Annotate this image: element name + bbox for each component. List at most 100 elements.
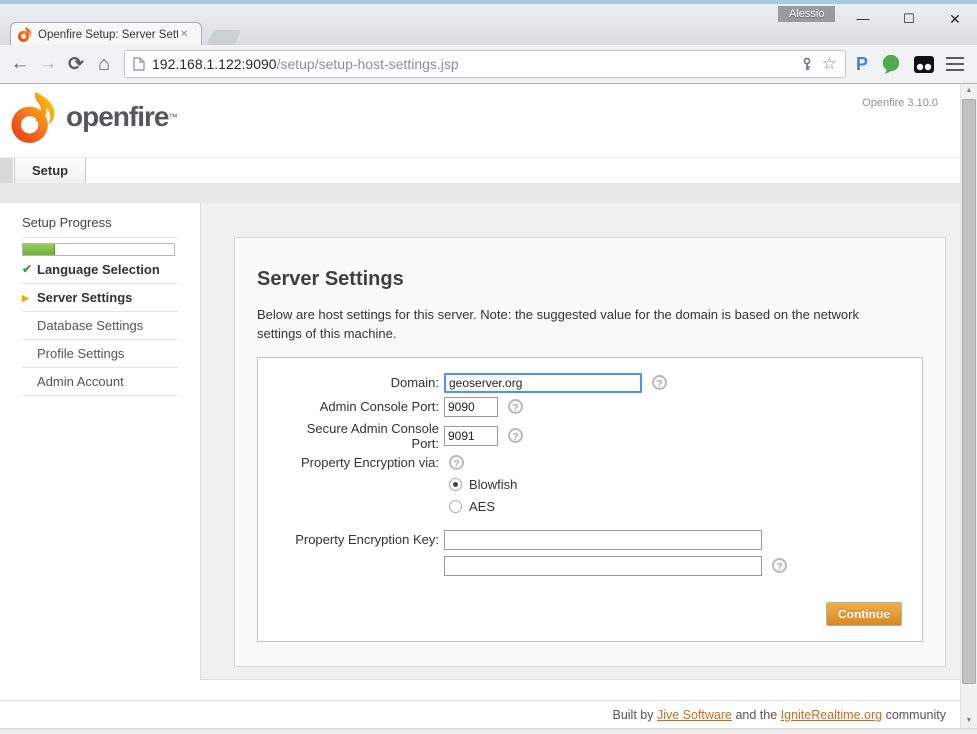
new-tab-button[interactable] — [207, 30, 242, 45]
sidebar-item-database-settings[interactable]: Database Settings — [22, 312, 178, 340]
footer-text: Built by — [612, 708, 656, 722]
secure-port-label: Secure Admin Console Port: — [276, 421, 444, 451]
browser-toolbar: ← → ⟳ ⌂ 192.168.1.122:9090/setup/setup-h… — [0, 45, 977, 84]
igniterealtime-link[interactable]: IgniteRealtime.org — [781, 708, 882, 722]
sidebar-item-admin-account[interactable]: Admin Account — [22, 368, 178, 396]
encryption-key-confirm-row: ? — [276, 556, 904, 576]
menu-icon[interactable] — [946, 63, 964, 66]
sidebar-item-profile-settings[interactable]: Profile Settings — [22, 340, 178, 368]
profile-name-badge[interactable]: Alessio — [778, 6, 835, 22]
bookmark-star-icon[interactable]: ☆ — [822, 54, 837, 74]
blowfish-radio-row: Blowfish — [449, 477, 904, 492]
secure-port-help-icon[interactable]: ? — [508, 428, 523, 443]
admin-port-row: Admin Console Port: ? — [276, 397, 904, 417]
scroll-up-icon[interactable]: ▲ — [961, 84, 977, 98]
check-icon: ✔ — [22, 262, 32, 276]
progress-bar-fill — [23, 244, 55, 255]
page-viewport: openfire ™ Openfire 3.10.0 Setup Server … — [0, 84, 960, 728]
logo-trademark: ™ — [168, 112, 177, 122]
encryption-key-label: Property Encryption Key: — [276, 532, 444, 547]
site-header: openfire ™ Openfire 3.10.0 — [0, 84, 960, 157]
aes-radio[interactable] — [449, 500, 462, 513]
domain-input[interactable] — [444, 373, 642, 393]
footer-text: community — [882, 708, 946, 722]
browser-scrollbar[interactable]: ▲ ▼ — [960, 84, 977, 728]
reload-icon[interactable]: ⟳ — [62, 53, 90, 76]
titlebar[interactable]: Openfire Setup: Server Sett ✕ Alessio — … — [0, 4, 977, 45]
aes-radio-label[interactable]: AES — [469, 499, 495, 514]
encryption-key-input[interactable] — [444, 530, 762, 550]
sidebar-item-label: Language Selection — [37, 262, 160, 277]
openfire-favicon-icon — [17, 27, 32, 42]
url-path: /setup/setup-host-settings.jsp — [277, 56, 459, 72]
secondary-nav-bar — [0, 183, 960, 203]
setup-progress-sidebar: Setup Progress ✔ Language Selection ▶ Se… — [22, 215, 178, 396]
tab-setup[interactable]: Setup — [14, 158, 86, 184]
sidebar-item-label: Admin Account — [37, 374, 124, 389]
password-key-icon[interactable] — [800, 57, 814, 71]
maximize-button[interactable]: ☐ — [894, 10, 924, 28]
encryption-help-icon[interactable]: ? — [449, 455, 464, 470]
main-content-box: Server Settings Below are host settings … — [234, 237, 946, 667]
sidebar-title: Setup Progress — [22, 215, 178, 238]
encryption-key-row: Property Encryption Key: — [276, 530, 904, 550]
page-icon — [133, 57, 145, 71]
openfire-logo-icon — [8, 90, 60, 144]
url-text[interactable]: 192.168.1.122:9090/setup/setup-host-sett… — [152, 56, 800, 72]
logo-wordmark: openfire — [66, 101, 168, 133]
extension-p-icon[interactable]: P — [856, 54, 868, 75]
forward-icon[interactable]: → — [34, 53, 62, 75]
sidebar-item-label: Profile Settings — [37, 346, 124, 361]
version-label: Openfire 3.10.0 — [862, 97, 938, 109]
scrollbar-thumb[interactable] — [962, 99, 976, 684]
aes-radio-row: AES — [449, 499, 904, 514]
address-bar[interactable]: 192.168.1.122:9090/setup/setup-host-sett… — [124, 50, 846, 78]
domain-help-icon[interactable]: ? — [652, 375, 667, 390]
content-area: Server Settings Below are host settings … — [0, 203, 960, 700]
page-footer: Built by Jive Software and the IgniteRea… — [0, 700, 960, 728]
page-description: Below are host settings for this server.… — [257, 306, 907, 344]
blowfish-radio[interactable] — [449, 478, 462, 491]
admin-port-input[interactable] — [444, 397, 498, 417]
page-title: Server Settings — [257, 268, 923, 291]
encryption-label: Property Encryption via: — [276, 455, 444, 470]
tab-close-icon[interactable]: ✕ — [180, 29, 188, 40]
encryption-key-confirm-input[interactable] — [444, 556, 762, 576]
domain-label: Domain: — [276, 375, 444, 390]
domain-row: Domain: ? — [276, 373, 904, 393]
tab-title: Openfire Setup: Server Sett — [38, 29, 178, 41]
home-icon[interactable]: ⌂ — [90, 53, 118, 76]
footer-text: and the — [732, 708, 781, 722]
secure-port-row: Secure Admin Console Port: ? — [276, 421, 904, 451]
continue-button[interactable]: Continue — [826, 602, 902, 626]
browser-tab[interactable]: Openfire Setup: Server Sett ✕ — [10, 22, 202, 46]
browser-window: Openfire Setup: Server Sett ✕ Alessio — … — [0, 0, 977, 734]
encryption-key-help-icon[interactable]: ? — [772, 558, 787, 573]
window-bottom-border — [0, 728, 977, 734]
sidebar-item-label: Server Settings — [37, 290, 132, 305]
continue-row: Continue — [276, 602, 904, 626]
back-icon[interactable]: ← — [6, 53, 34, 75]
main-panel-background: Server Settings Below are host settings … — [200, 203, 960, 680]
progress-bar — [22, 243, 175, 256]
jive-software-link[interactable]: Jive Software — [657, 708, 732, 722]
sidebar-item-label: Database Settings — [37, 318, 143, 333]
nav-left-nub — [0, 158, 13, 184]
encryption-row: Property Encryption via: ? — [276, 455, 904, 470]
nav-tab-row: Setup — [0, 157, 960, 183]
blowfish-radio-label[interactable]: Blowfish — [469, 477, 517, 492]
scroll-down-icon[interactable]: ▼ — [961, 714, 977, 728]
url-host: 192.168.1.122:9090 — [152, 56, 277, 72]
extension-camera-icon[interactable] — [914, 56, 934, 73]
extension-green-bubble-icon[interactable] — [882, 55, 900, 74]
minimize-button[interactable]: — — [848, 10, 878, 28]
server-settings-form: Domain: ? Admin Console Port: ? Secure A… — [257, 357, 923, 642]
sidebar-item-server-settings[interactable]: ▶ Server Settings — [22, 284, 178, 312]
admin-port-label: Admin Console Port: — [276, 399, 444, 414]
current-step-arrow-icon: ▶ — [22, 293, 29, 304]
admin-port-help-icon[interactable]: ? — [508, 399, 523, 414]
openfire-logo: openfire ™ — [8, 90, 177, 144]
secure-port-input[interactable] — [444, 426, 498, 446]
close-button[interactable]: ✕ — [940, 10, 970, 28]
sidebar-item-language-selection[interactable]: ✔ Language Selection — [22, 256, 178, 284]
